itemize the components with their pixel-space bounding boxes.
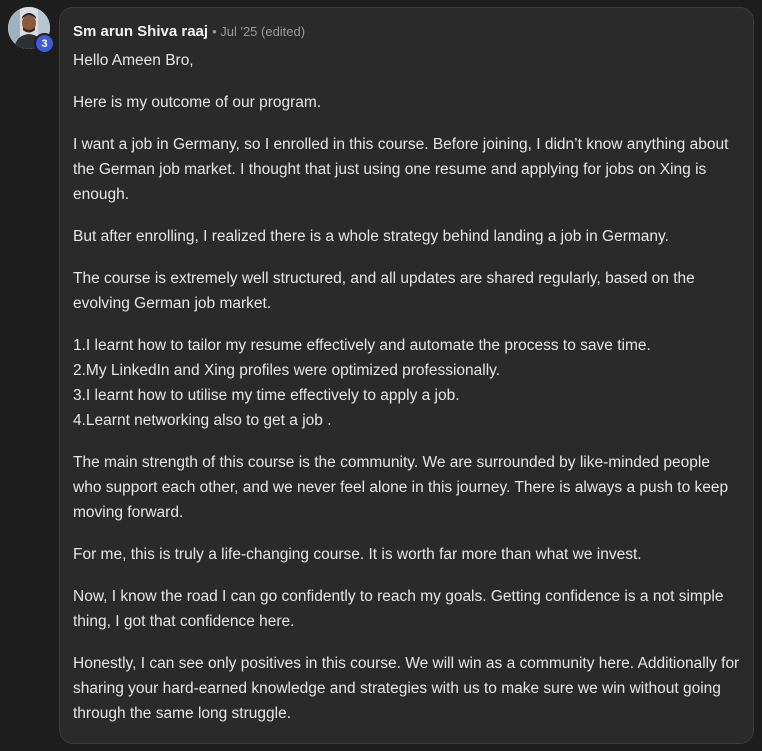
paragraph-confidence: Now, I know the road I can go confidentl…: [73, 588, 724, 630]
paragraph-community: The main strength of this course is the …: [73, 454, 729, 521]
level-badge: 3: [34, 33, 55, 54]
paragraph-motivation: I want a job in Germany, so I enrolled i…: [73, 136, 729, 203]
paragraph-conclusion: Honestly, I can see only positives in th…: [73, 655, 740, 722]
comment-header: Sm arun Shiva raaj • Jul '25 (edited): [73, 23, 740, 45]
list-item: 4.Learnt networking also to get a job .: [73, 412, 332, 429]
comment-timestamp: • Jul '25 (edited): [212, 24, 306, 39]
comment-card: Sm arun Shiva raaj • Jul '25 (edited) He…: [59, 7, 754, 744]
author-avatar-container[interactable]: 3: [8, 7, 55, 54]
paragraph-greeting: Hello Ameen Bro,: [73, 52, 194, 69]
paragraph-intro: Here is my outcome of our program.: [73, 94, 322, 111]
paragraph-structure: The course is extremely well structured,…: [73, 270, 695, 312]
list-item: 1.I learnt how to tailor my resume effec…: [73, 337, 651, 354]
author-name[interactable]: Sm arun Shiva raaj: [73, 23, 208, 40]
list-item: 3.I learnt how to utilise my time effect…: [73, 387, 460, 404]
paragraph-life-changing: For me, this is truly a life-changing co…: [73, 546, 642, 563]
comment-body: Hello Ameen Bro, Here is my outcome of o…: [73, 48, 740, 726]
paragraph-realization: But after enrolling, I realized there is…: [73, 228, 669, 245]
list-item: 2.My LinkedIn and Xing profiles were opt…: [73, 362, 501, 379]
